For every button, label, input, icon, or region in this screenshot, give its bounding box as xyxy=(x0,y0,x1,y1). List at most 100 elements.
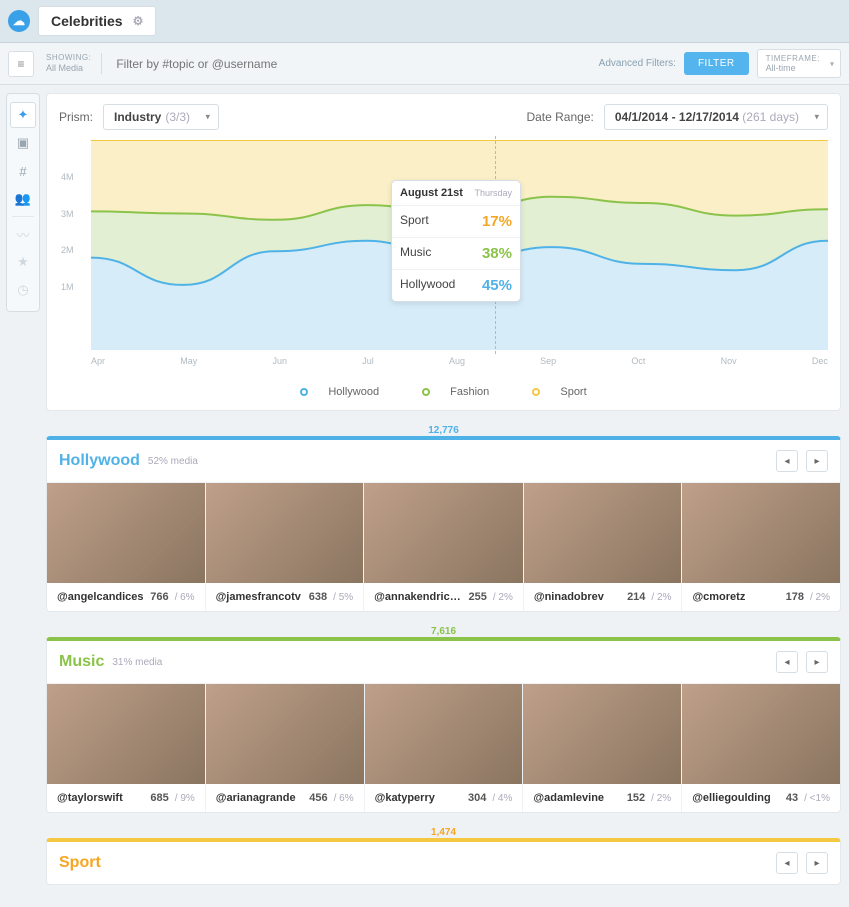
y-tick: 4M xyxy=(61,172,74,182)
media-item[interactable]: @taylorswift 685 / 9% xyxy=(47,683,206,812)
thumbnail-image xyxy=(364,483,523,583)
x-tick: May xyxy=(180,356,197,366)
prev-button[interactable]: ◂ xyxy=(776,852,798,874)
user-handle: @angelcandices xyxy=(57,591,144,603)
user-handle: @elliegoulding xyxy=(692,792,780,804)
menu-icon[interactable]: ≡ xyxy=(8,51,34,77)
chart-body: August 21st Thursday Sport 17% Music 38%… xyxy=(47,140,840,376)
prism-value: Industry xyxy=(114,110,161,124)
tooltip-row: Music 38% xyxy=(392,238,520,270)
item-pct: / <1% xyxy=(804,793,830,804)
x-tick: Nov xyxy=(721,356,737,366)
chart-header: Prism: Industry (3/3) Date Range: 04/1/2… xyxy=(47,94,840,140)
prev-button[interactable]: ◂ xyxy=(776,651,798,673)
chart-y-axis: 1M2M3M4M xyxy=(61,140,91,324)
showing-block[interactable]: SHOWING: All Media xyxy=(42,53,102,73)
timeframe-value: All-time xyxy=(766,63,820,73)
rail-image-icon[interactable]: ▣ xyxy=(10,130,36,156)
category-title: Sport xyxy=(59,854,101,872)
media-item[interactable]: @adamlevine 152 / 2% xyxy=(523,683,682,812)
user-handle: @cmoretz xyxy=(692,591,779,603)
next-button[interactable]: ▸ xyxy=(806,651,828,673)
rail-separator xyxy=(12,216,34,217)
media-item[interactable]: @ninadobrev 214 / 2% xyxy=(524,482,683,611)
user-handle: @taylorswift xyxy=(57,792,144,804)
media-item[interactable]: @annakendrick47 255 / 2% xyxy=(364,482,524,611)
rail-share-icon[interactable]: ✦ xyxy=(10,102,36,128)
filter-bar: ≡ SHOWING: All Media Advanced Filters: F… xyxy=(0,43,849,85)
tooltip-row-pct: 17% xyxy=(482,213,512,230)
filter-button[interactable]: FILTER xyxy=(684,52,749,75)
y-tick: 2M xyxy=(61,245,74,255)
item-pct: / 6% xyxy=(334,793,354,804)
prev-button[interactable]: ◂ xyxy=(776,450,798,472)
prism-select[interactable]: Industry (3/3) xyxy=(103,104,219,130)
showing-value: All Media xyxy=(46,63,91,74)
x-tick: Jun xyxy=(272,356,287,366)
category-header: Sport ◂ ▸ xyxy=(47,842,840,884)
x-tick: Jul xyxy=(362,356,374,366)
item-count: 456 xyxy=(309,792,327,804)
date-range-select[interactable]: 04/1/2014 - 12/17/2014 (261 days) xyxy=(604,104,828,130)
rail-hashtag-icon[interactable]: # xyxy=(10,158,36,184)
search-input[interactable] xyxy=(110,51,590,77)
legend-hollywood[interactable]: Hollywood xyxy=(290,386,389,398)
chart-plot[interactable]: August 21st Thursday Sport 17% Music 38%… xyxy=(91,140,828,350)
rail-trends-icon[interactable]: 〰 xyxy=(10,221,36,247)
category-media-pct: 31% media xyxy=(112,657,162,668)
category-card: Music 31% media ◂ ▸ @taylorswift 685 / 9… xyxy=(46,637,841,813)
date-range-value: 04/1/2014 - 12/17/2014 xyxy=(615,110,739,124)
media-item[interactable]: @arianagrande 456 / 6% xyxy=(206,683,365,812)
category-count: 1,474 xyxy=(46,827,841,838)
rail-star-icon[interactable]: ★ xyxy=(10,249,36,275)
thumbnail-image xyxy=(47,483,205,583)
item-count: 214 xyxy=(627,591,645,603)
item-pct: / 4% xyxy=(492,793,512,804)
category-card: Sport ◂ ▸ xyxy=(46,838,841,885)
legend-fashion[interactable]: Fashion xyxy=(412,386,499,398)
page-title[interactable]: Celebrities ⚙ xyxy=(38,6,156,36)
category-header: Hollywood 52% media ◂ ▸ xyxy=(47,440,840,482)
user-handle: @katyperry xyxy=(375,792,462,804)
media-item[interactable]: @jamesfrancotv 638 / 5% xyxy=(206,482,365,611)
thumbnail-image xyxy=(206,483,364,583)
item-pct: / 6% xyxy=(175,592,195,603)
media-item[interactable]: @angelcandices 766 / 6% xyxy=(47,482,206,611)
main-layout: ✦ ▣ # 👥 〰 ★ ◷ Prism: Industry (3/3) Date… xyxy=(0,85,849,907)
advanced-filters-link[interactable]: Advanced Filters: xyxy=(599,58,676,69)
chart-x-axis: AprMayJunJulAugSepOctNovDec xyxy=(91,350,828,366)
rail-people-icon[interactable]: 👥 xyxy=(10,186,36,212)
tooltip-row-pct: 45% xyxy=(482,277,512,294)
thumbnail-image xyxy=(523,684,681,784)
x-tick: Apr xyxy=(91,356,105,366)
tooltip-row-label: Sport xyxy=(400,213,429,230)
x-tick: Sep xyxy=(540,356,556,366)
category-title: Music xyxy=(59,653,104,671)
x-tick: Dec xyxy=(812,356,828,366)
item-pct: / 2% xyxy=(651,793,671,804)
tooltip-row-label: Hollywood xyxy=(400,277,455,294)
gear-icon[interactable]: ⚙ xyxy=(133,14,144,28)
media-item[interactable]: @elliegoulding 43 / <1% xyxy=(682,683,840,812)
top-bar: ☁ Celebrities ⚙ xyxy=(0,0,849,43)
category-count: 12,776 xyxy=(46,425,841,436)
thumbnail-image xyxy=(682,483,840,583)
thumbnail-image xyxy=(682,684,840,784)
y-tick: 1M xyxy=(61,282,74,292)
media-item[interactable]: @cmoretz 178 / 2% xyxy=(682,482,840,611)
item-pct: / 2% xyxy=(810,592,830,603)
next-button[interactable]: ▸ xyxy=(806,450,828,472)
page-title-text: Celebrities xyxy=(51,13,123,29)
user-handle: @jamesfrancotv xyxy=(216,591,303,603)
next-button[interactable]: ▸ xyxy=(806,852,828,874)
tooltip-row-pct: 38% xyxy=(482,245,512,262)
app-logo-icon: ☁ xyxy=(8,10,30,32)
timeframe-select[interactable]: TIMEFRAME: All-time xyxy=(757,49,841,78)
content: Prism: Industry (3/3) Date Range: 04/1/2… xyxy=(40,85,849,907)
dot-icon xyxy=(532,388,540,396)
rail-clock-icon[interactable]: ◷ xyxy=(10,277,36,303)
media-item[interactable]: @katyperry 304 / 4% xyxy=(365,683,524,812)
legend-sport[interactable]: Sport xyxy=(522,386,596,398)
category-title: Hollywood xyxy=(59,452,140,470)
user-handle: @adamlevine xyxy=(533,792,620,804)
